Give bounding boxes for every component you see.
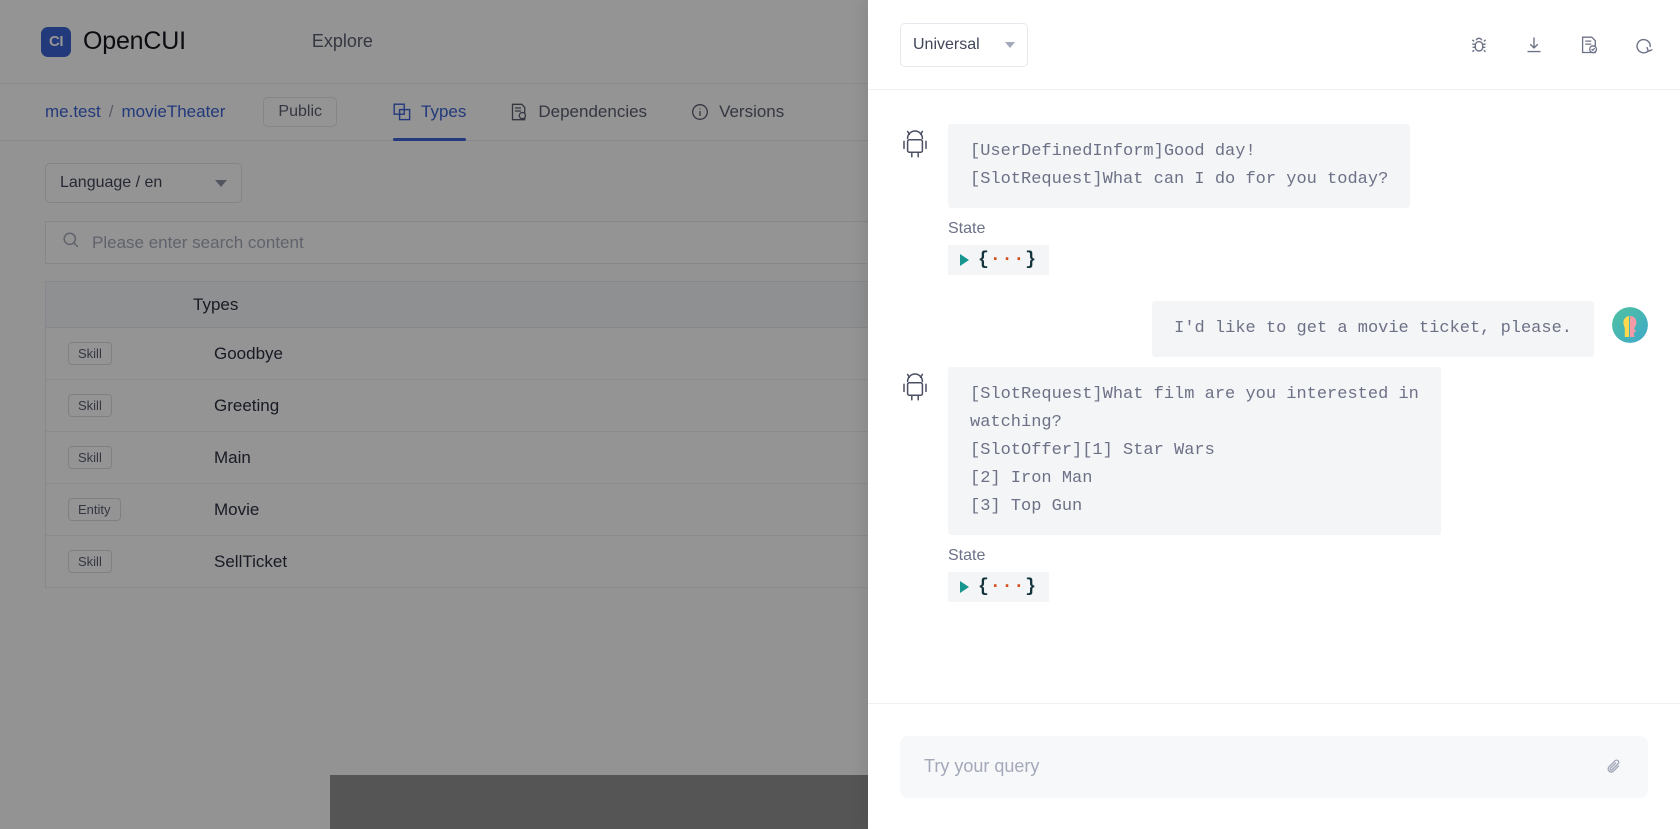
document-check-icon[interactable] bbox=[1578, 34, 1600, 56]
paperclip-icon[interactable] bbox=[1604, 757, 1624, 777]
channel-select-value: Universal bbox=[913, 36, 980, 54]
state-json-collapsed[interactable]: {···} bbox=[948, 245, 1049, 275]
bot-message-text: [UserDefinedInform]Good day! [SlotReques… bbox=[948, 124, 1410, 208]
channel-select[interactable]: Universal bbox=[900, 23, 1028, 67]
state-block: State {···} bbox=[948, 220, 1648, 275]
chevron-down-icon bbox=[1005, 42, 1015, 48]
download-icon[interactable] bbox=[1523, 34, 1545, 56]
chat-input-footer: Try your query bbox=[868, 703, 1680, 829]
refresh-icon[interactable] bbox=[1633, 34, 1655, 56]
query-input-placeholder: Try your query bbox=[924, 756, 1604, 777]
state-json-text: {···} bbox=[978, 577, 1037, 597]
android-bot-avatar-icon bbox=[900, 371, 930, 403]
state-json-text: {···} bbox=[978, 250, 1037, 270]
chat-message-bot: [SlotRequest]What film are you intereste… bbox=[900, 367, 1648, 535]
android-bot-avatar-icon bbox=[900, 128, 930, 160]
state-label: State bbox=[948, 547, 1648, 565]
chat-message-list[interactable]: [UserDefinedInform]Good day! [SlotReques… bbox=[868, 90, 1680, 703]
state-json-collapsed[interactable]: {···} bbox=[948, 572, 1049, 602]
expand-triangle-icon[interactable] bbox=[960, 581, 969, 593]
bug-icon[interactable] bbox=[1468, 34, 1490, 56]
expand-triangle-icon[interactable] bbox=[960, 254, 969, 266]
chat-message-user: I'd like to get a movie ticket, please. bbox=[900, 301, 1648, 357]
modal-dim-overlay[interactable] bbox=[0, 0, 868, 829]
chat-drawer-header: Universal bbox=[868, 0, 1680, 90]
query-input[interactable]: Try your query bbox=[900, 736, 1648, 798]
state-label: State bbox=[948, 220, 1648, 238]
chat-header-actions bbox=[1468, 34, 1655, 56]
bot-message-text: [SlotRequest]What film are you intereste… bbox=[948, 367, 1441, 535]
state-block: State {···} bbox=[948, 547, 1648, 602]
modal-dim-overlay-strip bbox=[330, 775, 868, 829]
screen: CI OpenCUI Explore me.test / movieTheate… bbox=[0, 0, 1680, 829]
user-avatar bbox=[1612, 307, 1648, 343]
chat-drawer: Universal bbox=[868, 0, 1680, 829]
chat-message-bot: [UserDefinedInform]Good day! [SlotReques… bbox=[900, 124, 1648, 208]
user-message-text: I'd like to get a movie ticket, please. bbox=[1152, 301, 1594, 357]
